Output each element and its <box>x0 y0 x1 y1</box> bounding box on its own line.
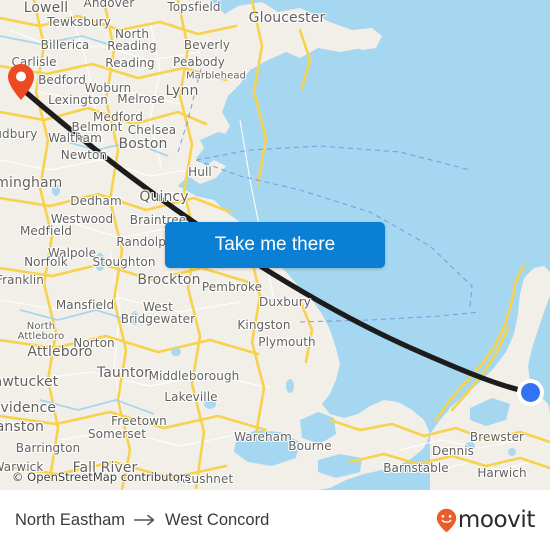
route-origin-label: North Eastham <box>15 510 126 529</box>
map-attribution[interactable]: © OpenStreetMap contributors <box>12 470 191 484</box>
footer-bar: North Eastham West Concord moovit <box>0 490 550 550</box>
moovit-trip-map-screen: Lowell Andover Topsfield Gloucester Tewksbur… <box>0 0 550 550</box>
destination-dot-core <box>521 383 540 402</box>
route-destination-label: West Concord <box>165 510 270 529</box>
destination-dot-marker[interactable] <box>517 379 544 406</box>
moovit-wordmark: moovit <box>457 507 536 533</box>
moovit-logo[interactable]: moovit <box>436 507 535 533</box>
route-summary: North Eastham West Concord <box>15 511 269 530</box>
arrow-right-icon <box>134 514 156 526</box>
map-canvas[interactable]: Lowell Andover Topsfield Gloucester Tewksbur… <box>0 0 550 490</box>
moovit-pin-icon <box>436 508 457 532</box>
take-me-there-button[interactable]: Take me there <box>165 222 385 268</box>
